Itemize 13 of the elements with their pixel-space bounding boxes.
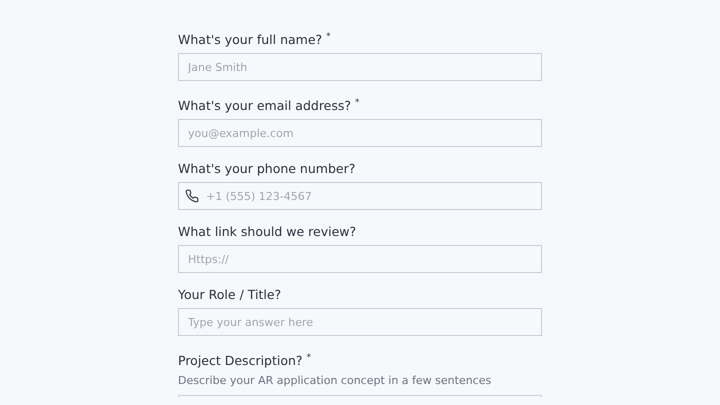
field-description: Describe your AR application concept in a few sentences — [178, 373, 492, 390]
input-field[interactable]: Https:// — [178, 245, 542, 274]
phone-field[interactable]: +1 (555) 123-4567 — [178, 182, 542, 210]
input-field[interactable]: you@example.com — [178, 119, 542, 148]
text-area[interactable] — [178, 395, 542, 398]
field-label: What's your email address? $^{*}$ — [178, 97, 361, 116]
phone-icon — [185, 189, 199, 204]
field-label: Your Role / Title? — [178, 286, 282, 304]
field-label: What's your full name? $^{*}$ — [178, 31, 332, 50]
input-field[interactable]: Type your answer here — [178, 308, 542, 336]
field-label: Project Description? $^{*}$ — [178, 352, 312, 370]
field-label: What's your phone number? — [178, 160, 356, 178]
field-label: What link should we review? — [178, 223, 358, 242]
